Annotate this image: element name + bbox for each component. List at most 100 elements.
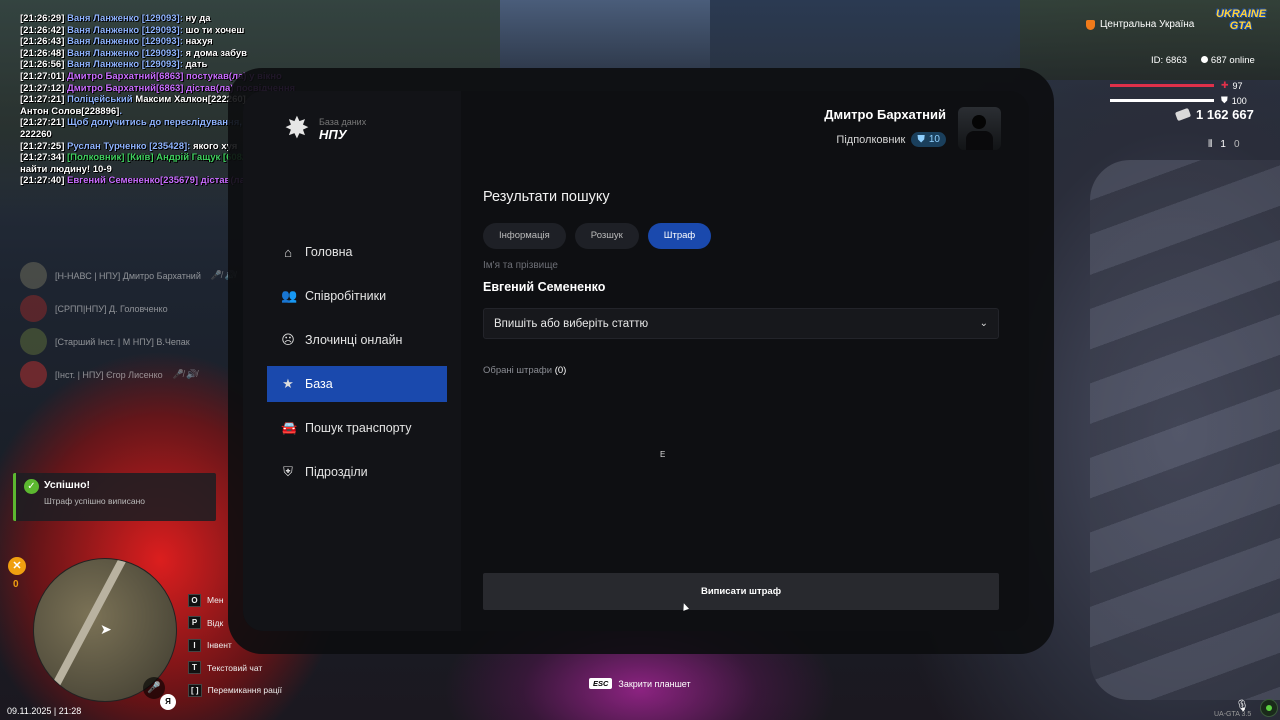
close-tablet-label: Закрити планшет xyxy=(618,678,691,689)
sidebar-item-label: Пошук транспорту xyxy=(305,421,412,435)
chat-text: Руслан Турченко [235428]: xyxy=(67,140,191,152)
hotkey-key: I xyxy=(188,638,201,652)
sidebar-item-5[interactable]: ⛨ Підрозділи xyxy=(267,454,447,490)
player-row: [СРПП|НПУ] Д. Головченко xyxy=(20,292,260,325)
sidebar-item-2[interactable]: ☹ Злочинці онлайн xyxy=(267,322,447,358)
chat-line: [21:26:43] Ваня Ланженко [129093]: нахуя xyxy=(20,36,400,48)
ammo-display: ⦀ 1 0 xyxy=(1208,139,1240,150)
chat-text: Антон Солов[228896] xyxy=(20,105,120,117)
car-icon: 🚘 xyxy=(281,420,298,435)
brand-subtitle: База даних xyxy=(319,116,367,127)
chosen-fines-count: (0) xyxy=(554,365,567,376)
hotkey-label: Текстовий чат xyxy=(207,662,263,673)
chat-timestamp: [21:26:56] xyxy=(20,59,65,71)
chat-text: ну да xyxy=(182,13,211,24)
player-avatar xyxy=(20,262,47,289)
player-avatar xyxy=(20,361,47,388)
sidebar-item-0[interactable]: ⌂ Головна xyxy=(267,234,447,270)
background-concrete-blocks xyxy=(1090,160,1280,700)
chevron-down-icon: ⌄ xyxy=(979,318,988,329)
toast-message: Штраф успішно виписано xyxy=(44,496,146,506)
mask-icon: ☹ xyxy=(281,332,295,347)
game-logo: UKRAINE GTA xyxy=(1212,8,1270,40)
tab-1[interactable]: Розшук xyxy=(574,223,639,249)
article-select-placeholder: Впишіть або виберіть статтю xyxy=(494,317,649,330)
hotkey-key: [ ] xyxy=(188,683,202,697)
region-label: Центральна Україна xyxy=(1100,19,1195,30)
money-icon xyxy=(1174,107,1192,122)
chat-line: [21:26:42] Ваня Ланженко [129093]: шо ти… xyxy=(20,25,400,37)
user-profile: Дмитро Бархатний Підполковник ⛊ 10 xyxy=(824,107,1001,150)
sidebar-item-1[interactable]: 👥 Співробітники xyxy=(267,278,447,314)
hotkey-hint: T Текстовий чат xyxy=(188,657,282,680)
player-arrow-icon: ➤ xyxy=(100,621,112,637)
chat-timestamp: [21:26:43] xyxy=(20,36,65,48)
player-name: [Н-НАВС | НПУ] Дмитро Бархатний xyxy=(55,270,201,281)
result-tabs: Інформація Розшук Штраф xyxy=(483,223,999,249)
toast-title: Успішно! xyxy=(44,479,90,491)
player-id-line: ID: 6863 687 online xyxy=(1151,55,1255,66)
armor-value: ⛊ 100 xyxy=(1221,95,1247,106)
sidebar-item-4[interactable]: 🚘 Пошук транспорту xyxy=(267,410,447,446)
player-id: ID: 6863 xyxy=(1151,55,1187,66)
chat-text: дать xyxy=(182,59,208,71)
tab-0[interactable]: Інформація xyxy=(483,223,566,249)
voice-status-indicator xyxy=(1260,699,1278,717)
chat-text: я дома забув xyxy=(182,47,247,59)
player-row: [Старший Інст. | М НПУ] В.Чепак xyxy=(20,325,260,358)
online-icon xyxy=(1200,56,1208,63)
home-icon: ⌂ xyxy=(284,244,292,260)
chat-timestamp: [21:26:29] xyxy=(20,13,65,24)
ammo-clip: 1 xyxy=(1220,139,1226,150)
health-value: ✚ 97 xyxy=(1221,80,1243,91)
success-toast: ✓ Успішно! Штраф успішно виписано xyxy=(13,473,216,521)
chat-text: Ваня Ланженко [129093]: xyxy=(67,47,183,59)
armor-bar xyxy=(1110,99,1214,102)
brand-title: НПУ xyxy=(319,126,347,142)
close-tablet-hint: ESC Закрити планшет xyxy=(589,678,691,689)
avatar xyxy=(958,107,1001,150)
region-shield-icon xyxy=(1086,19,1095,30)
sidebar-item-label: Злочинці онлайн xyxy=(305,333,403,347)
hotkey-label: Мен xyxy=(207,595,224,606)
sidebar-nav: ⌂ Головна 👥 Співробітники ☹ Злочинці онлайн ★ Б… xyxy=(267,234,447,498)
interaction-marker: E xyxy=(660,450,666,459)
chosen-fines-label: Обрані штрафи xyxy=(483,365,553,376)
logo-line2: GTA xyxy=(1229,20,1253,32)
chat-text: . xyxy=(119,105,122,117)
hotkey-label: Перемикання рації xyxy=(207,685,283,696)
shield-icon: ⛨ xyxy=(283,464,293,479)
chat-text: Поліцейський xyxy=(67,94,133,106)
xp-icon: ✕ xyxy=(8,557,26,575)
hotkey-label: Відк xyxy=(207,617,224,628)
player-avatar xyxy=(20,295,47,322)
chosen-fines: Обрані штрафи (0) xyxy=(483,365,999,376)
chat-line: [21:26:48] Ваня Ланженко [129093]: я дом… xyxy=(20,48,400,60)
minimap-road xyxy=(39,559,127,701)
sidebar-item-3[interactable]: ★ База xyxy=(267,366,447,402)
player-name: [СРПП|НПУ] Д. Головченко xyxy=(55,303,168,314)
ammo-total: 0 xyxy=(1233,139,1240,150)
chat-timestamp: [21:27:25] xyxy=(20,140,65,152)
sidebar-item-label: Підрозділи xyxy=(305,465,368,479)
chat-text: шо ти хочеш xyxy=(182,24,245,36)
issue-fine-button[interactable]: Виписати штраф xyxy=(483,573,999,610)
sidebar-item-label: Головна xyxy=(305,245,353,259)
chat-timestamp: [21:26:48] xyxy=(20,47,65,59)
level-badge: ⛊ 10 xyxy=(911,132,946,147)
hotkey-key: T xyxy=(188,661,201,675)
health-bar xyxy=(1110,84,1214,87)
armor-shield-icon: ⛊ xyxy=(1221,95,1228,105)
chat-text: нахуя xyxy=(182,36,213,48)
article-select[interactable]: Впишіть або виберіть статтю ⌄ xyxy=(483,308,999,339)
chat-timestamp: [21:27:12] xyxy=(20,82,65,94)
tab-2[interactable]: Штраф xyxy=(647,223,712,249)
checkmark-icon: ✓ xyxy=(24,479,39,494)
language-badge: Я xyxy=(160,694,176,710)
hotkey-label: Інвент xyxy=(207,640,232,651)
voice-players-list: [Н-НАВС | НПУ] Дмитро Бархатний 🎤̸ 🔊̸ [СРП… xyxy=(20,259,260,391)
chat-timestamp: [21:26:42] xyxy=(20,24,65,36)
ammo-icon: ⦀ xyxy=(1208,139,1213,150)
brand: ✸ База даних НПУ xyxy=(283,113,366,145)
level-shield-icon: ⛊ xyxy=(917,134,925,145)
